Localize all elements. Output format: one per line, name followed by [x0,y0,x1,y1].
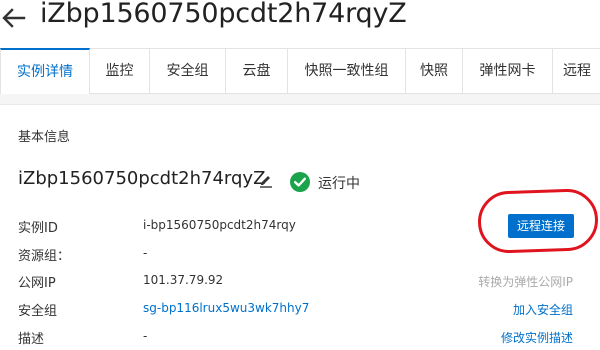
highlight-annotation [476,187,600,255]
status-text: 运行中 [318,176,360,192]
tab-bar: 实例详情 监控 安全组 云盘 快照一致性组 快照 弹性网卡 远程 [0,48,600,94]
section-divider [0,94,600,104]
value-security-group-link[interactable]: sg-bp116lrux5wu3wk7hhy7 [143,301,309,315]
add-security-group-link[interactable]: 加入安全组 [513,301,573,318]
instance-name: iZbp1560750pcdt2h74rqyZ [18,168,266,189]
tab-snapshot[interactable]: 快照 [406,48,463,93]
label-public-ip: 公网IP [18,276,56,291]
label-instance-id: 实例ID [18,221,58,236]
tab-monitoring[interactable]: 监控 [90,48,150,93]
value-public-ip: 101.37.79.92 [143,273,224,287]
label-security-group: 安全组 [18,304,58,319]
value-instance-id: i-bp1560750pcdt2h74rqy [143,218,296,232]
edit-description-link[interactable]: 修改实例描述 [501,329,573,346]
pencil-edit-icon[interactable] [258,172,274,188]
value-description: - [143,329,148,343]
page-title: iZbp1560750pcdt2h74rqyZ [40,0,407,29]
label-resource-group: 资源组： [18,249,71,264]
tab-cloud-disk[interactable]: 云盘 [226,48,288,93]
tab-remote[interactable]: 远程 [553,48,600,93]
section-title: 基本信息 [18,130,71,145]
tab-elastic-nic[interactable]: 弹性网卡 [463,48,553,93]
value-resource-group: - [143,246,148,260]
tab-security-group[interactable]: 安全组 [150,48,226,93]
label-description: 描述 [18,332,45,347]
check-circle-icon [290,172,310,192]
back-arrow-icon[interactable] [0,4,28,32]
page-header: iZbp1560750pcdt2h74rqyZ [0,0,600,40]
tab-snapshot-consistency-group[interactable]: 快照一致性组 [288,48,406,93]
convert-eip-link: 转换为弹性公网IP [478,275,573,289]
tab-instance-details[interactable]: 实例详情 [0,48,90,94]
